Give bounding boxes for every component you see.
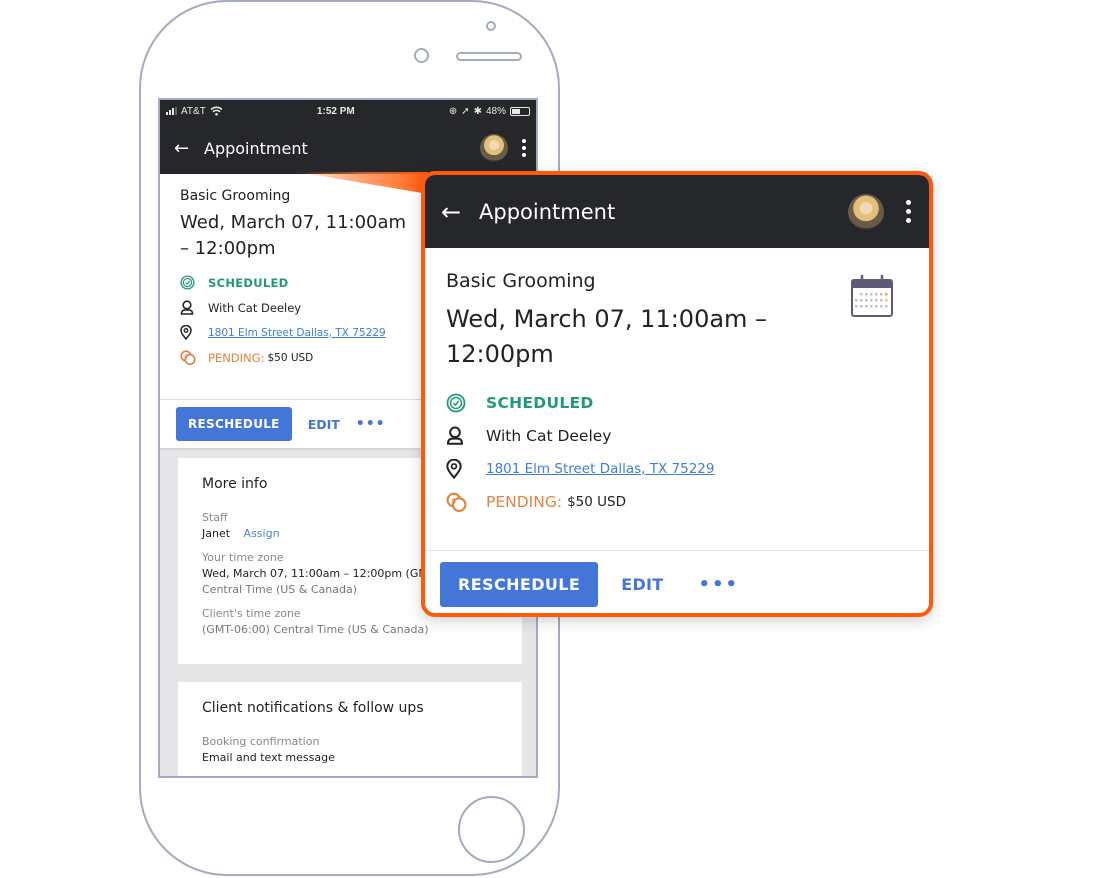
battery-icon	[510, 106, 530, 116]
payment-row: $ PENDING: $50 USD	[446, 485, 907, 518]
zoomed-app-bar: ← Appointment	[425, 175, 929, 248]
zoomed-appointment-card: ← Appointment Basic Grooming Wed, March …	[421, 171, 933, 617]
payment-amount: $50 USD	[267, 351, 314, 364]
edit-button[interactable]: EDIT	[308, 417, 340, 432]
edit-button[interactable]: EDIT	[621, 575, 663, 594]
calendar-icon	[851, 275, 893, 317]
signal-icon	[166, 107, 177, 115]
wifi-icon	[210, 106, 223, 116]
notifications-card: Client notifications & follow ups Bookin…	[178, 682, 522, 776]
payment-amount: $50 USD	[567, 493, 626, 510]
bluetooth-icon: ✱	[473, 105, 482, 117]
location-pin-icon	[446, 458, 462, 479]
page-title: Appointment	[204, 138, 308, 158]
appointment-time: Wed, March 07, 11:00am – 12:00pm	[180, 212, 407, 259]
svg-text:$: $	[184, 354, 188, 361]
service-name: Basic Grooming	[446, 270, 596, 292]
person-icon	[180, 300, 194, 315]
address-row: 1801 Elm Street Dallas, TX 75229	[446, 452, 907, 485]
phone-sensor	[486, 21, 496, 31]
rotation-lock-icon: ⊕	[448, 105, 458, 117]
more-vertical-icon[interactable]	[522, 139, 526, 157]
phone-camera	[414, 48, 429, 63]
booking-confirmation-value: Email and text message	[202, 751, 335, 764]
staff-line: With Cat Deeley	[486, 426, 612, 445]
reschedule-button[interactable]: RESCHEDULE	[440, 561, 599, 607]
check-circle-icon	[446, 393, 466, 412]
zoomed-appointment-details: Basic Grooming Wed, March 07, 11:00am – …	[425, 248, 929, 551]
app-bar: ← Appointment	[160, 122, 536, 174]
check-circle-icon	[180, 275, 195, 290]
person-icon	[447, 426, 463, 445]
phone-speaker	[456, 52, 522, 61]
carrier-label: AT&T	[181, 105, 206, 117]
assign-link[interactable]: Assign	[244, 527, 280, 540]
more-vertical-icon[interactable]	[906, 200, 911, 223]
zoomed-page-title: Appointment	[479, 199, 616, 224]
svg-text:$: $	[451, 496, 456, 505]
zoomed-action-bar: RESCHEDULE EDIT •••	[425, 551, 929, 613]
coins-icon: $	[446, 492, 467, 512]
back-arrow-icon[interactable]: ←	[174, 138, 204, 159]
location-icon: ➚	[461, 105, 470, 117]
back-arrow-icon[interactable]: ←	[441, 198, 479, 226]
status-badge: SCHEDULED	[486, 393, 594, 412]
reschedule-button[interactable]: RESCHEDULE	[176, 407, 292, 441]
address-link[interactable]: 1801 Elm Street Dallas, TX 75229	[486, 461, 714, 477]
payment-status: PENDING:	[208, 350, 265, 365]
staff-value: Janet	[202, 527, 231, 540]
status-bar: AT&T 1:52 PM ⊕ ➚ ✱ 48%	[160, 100, 536, 122]
status-row: SCHEDULED	[446, 386, 907, 419]
more-horizontal-icon[interactable]: •••	[356, 416, 386, 432]
battery-percent: 48%	[485, 105, 506, 117]
home-button[interactable]	[458, 796, 525, 863]
avatar[interactable]	[480, 134, 508, 162]
avatar[interactable]	[848, 193, 884, 230]
staff-line: With Cat Deeley	[208, 300, 302, 315]
more-horizontal-icon[interactable]: •••	[699, 574, 740, 595]
payment-status: PENDING:	[486, 492, 563, 511]
status-badge: SCHEDULED	[208, 275, 289, 290]
booking-confirmation-label: Booking confirmation	[202, 735, 320, 748]
notifications-heading: Client notifications & follow ups	[202, 700, 424, 716]
clock: 1:52 PM	[316, 105, 355, 117]
appointment-time: Wed, March 07, 11:00am – 12:00pm	[446, 305, 768, 368]
staff-row: With Cat Deeley	[446, 419, 907, 452]
address-link[interactable]: 1801 Elm Street Dallas, TX 75229	[208, 327, 386, 339]
location-pin-icon	[180, 325, 192, 340]
client-timezone-value: (GMT-06:00) Central Time (US & Canada)	[202, 623, 429, 636]
coins-icon: $	[180, 350, 196, 365]
